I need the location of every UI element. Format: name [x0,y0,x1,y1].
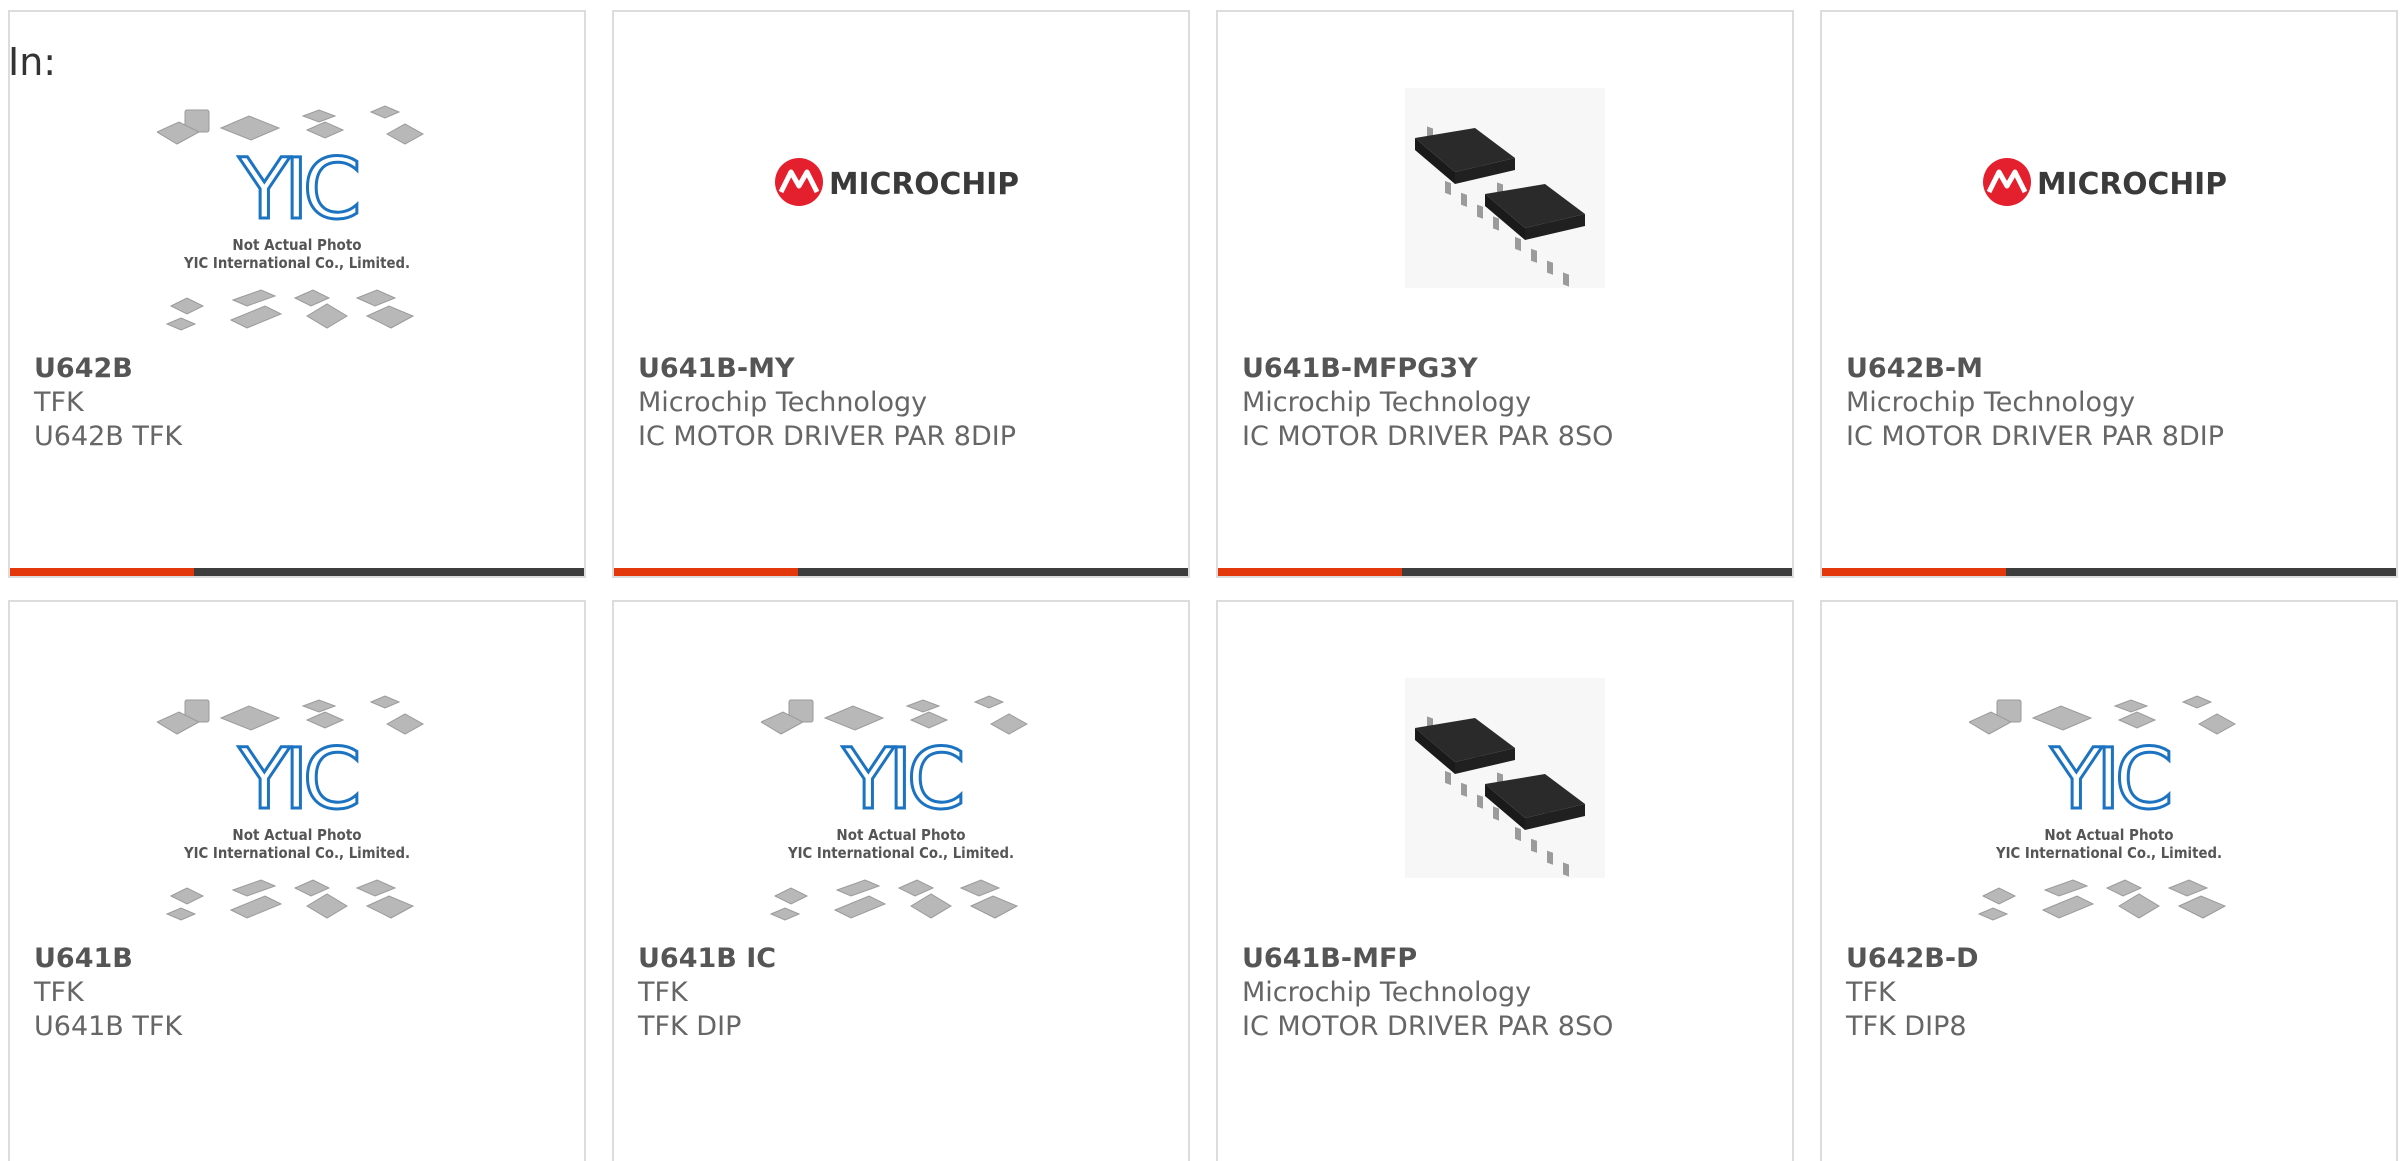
product-description: IC MOTOR DRIVER PAR 8DIP [638,421,1016,452]
product-description: U642B TFK [34,421,183,452]
card-progress-fill [10,568,194,576]
card-progress-bar [1822,568,2396,576]
product-info: U641B-MFP Microchip Technology IC MOTOR DR… [1242,942,1772,1044]
manufacturer-name: TFK [34,387,84,418]
yic-placeholder-image: YICNot Actual PhotoYIC International Co.… [157,105,425,331]
product-card[interactable]: U641B-MFP Microchip Technology IC MOTOR DR… [1216,600,1794,1161]
card-progress-bar [614,568,1188,576]
microchip-logo-image: MICROCHIP [1983,158,2227,206]
product-info: U641B IC TFK TFK DIP [638,942,1168,1044]
manufacturer-name: Microchip Technology [1846,387,2136,418]
microchip-logo-text: MICROCHIP [2037,167,2227,202]
product-thumbnail[interactable] [1218,678,1792,938]
card-progress-fill [1822,568,2006,576]
manufacturer-name: TFK [34,977,84,1008]
soic-chip-photo [1405,678,1605,878]
part-number-link[interactable]: U641B [34,942,564,976]
product-thumbnail[interactable]: YIC Not Actual Photo YIC International Co.… [10,92,584,352]
placeholder-line-1: Not Actual Photo [232,826,361,844]
manufacturer-name: Microchip Technology [1242,387,1532,418]
yic-logo: YIC [842,730,962,828]
placeholder-line-1: Not Actual Photo [232,236,361,254]
product-info: U641B-MFPG3Y Microchip Technology IC MOTOR… [1242,352,1772,454]
manufacturer-name: Microchip Technology [1242,977,1532,1008]
yic-logo: YIC [238,730,358,828]
product-card[interactable]: YIC Not Actual Photo YIC International Co.… [1820,600,2398,1161]
placeholder-line-1: Not Actual Photo [2044,826,2173,844]
product-card[interactable]: MICROCHIP U642B-M Microchip Technology IC M… [1820,10,2398,578]
product-description: IC MOTOR DRIVER PAR 8SO [1242,421,1614,452]
product-info: U641B TFK U641B TFK [34,942,564,1044]
card-progress-fill [1218,568,1402,576]
product-description: TFK DIP8 [1846,1011,1967,1042]
yic-placeholder-image: YICNot Actual PhotoYIC International Co.… [157,695,425,921]
part-number-link[interactable]: U641B-MY [638,352,1168,386]
part-number-link[interactable]: U642B-M [1846,352,2376,386]
part-number-link[interactable]: U642B [34,352,564,386]
product-card[interactable]: YIC Not Actual Photo YIC International Co.… [8,600,586,1161]
product-info: U642B-M Microchip Technology IC MOTOR DRIV… [1846,352,2376,454]
manufacturer-name: Microchip Technology [638,387,928,418]
product-description: TFK DIP [638,1011,742,1042]
product-card[interactable]: U641B-MFPG3Y Microchip Technology IC MOTOR… [1216,10,1794,578]
product-thumbnail[interactable] [1218,88,1792,348]
manufacturer-name: TFK [1846,977,1896,1008]
soic-chip-photo [1405,88,1605,288]
product-card[interactable]: MICROCHIP U641B-MY Microchip Technology IC … [612,10,1190,578]
part-number-link[interactable]: U642B-D [1846,942,2376,976]
yic-logo: YIC [238,140,358,238]
page: In: YIC Not Actual Photo YIC International… [0,0,2400,1161]
product-thumbnail[interactable]: YIC Not Actual Photo YIC International Co.… [1822,682,2396,942]
placeholder-line-2: YIC International Co., Limited. [1995,844,2222,862]
card-progress-fill [614,568,798,576]
part-number-link[interactable]: U641B-MFPG3Y [1242,352,1772,386]
part-number-link[interactable]: U641B IC [638,942,1168,976]
product-thumbnail[interactable]: YIC Not Actual Photo YIC International Co.… [614,682,1188,942]
yic-placeholder-image: YICNot Actual PhotoYIC International Co.… [761,695,1029,921]
microchip-logo-image: MICROCHIP [775,158,1019,206]
product-info: U642B TFK U642B TFK [34,352,564,454]
product-description: U641B TFK [34,1011,183,1042]
product-thumbnail[interactable]: MICROCHIP [614,122,1188,382]
product-card[interactable]: YIC Not Actual Photo YIC International Co.… [612,600,1190,1161]
product-description: IC MOTOR DRIVER PAR 8SO [1242,1011,1614,1042]
product-card[interactable]: YIC Not Actual Photo YIC International Co.… [8,10,586,578]
placeholder-line-1: Not Actual Photo [836,826,965,844]
card-progress-bar [1218,568,1792,576]
manufacturer-name: TFK [638,977,688,1008]
product-info: U642B-D TFK TFK DIP8 [1846,942,2376,1044]
card-progress-bar [10,568,584,576]
yic-placeholder-image: YICNot Actual PhotoYIC International Co.… [1969,695,2237,921]
placeholder-line-2: YIC International Co., Limited. [183,254,410,272]
yic-logo: YIC [2050,730,2170,828]
microchip-logo-text: MICROCHIP [829,167,1019,202]
product-description: IC MOTOR DRIVER PAR 8DIP [1846,421,2224,452]
placeholder-line-2: YIC International Co., Limited. [787,844,1014,862]
placeholder-line-2: YIC International Co., Limited. [183,844,410,862]
product-info: U641B-MY Microchip Technology IC MOTOR DRI… [638,352,1168,454]
in-label: In: [8,40,57,84]
part-number-link[interactable]: U641B-MFP [1242,942,1772,976]
product-thumbnail[interactable]: YIC Not Actual Photo YIC International Co.… [10,682,584,942]
product-thumbnail[interactable]: MICROCHIP [1822,122,2396,382]
product-grid: YIC Not Actual Photo YIC International Co.… [8,10,2398,1161]
